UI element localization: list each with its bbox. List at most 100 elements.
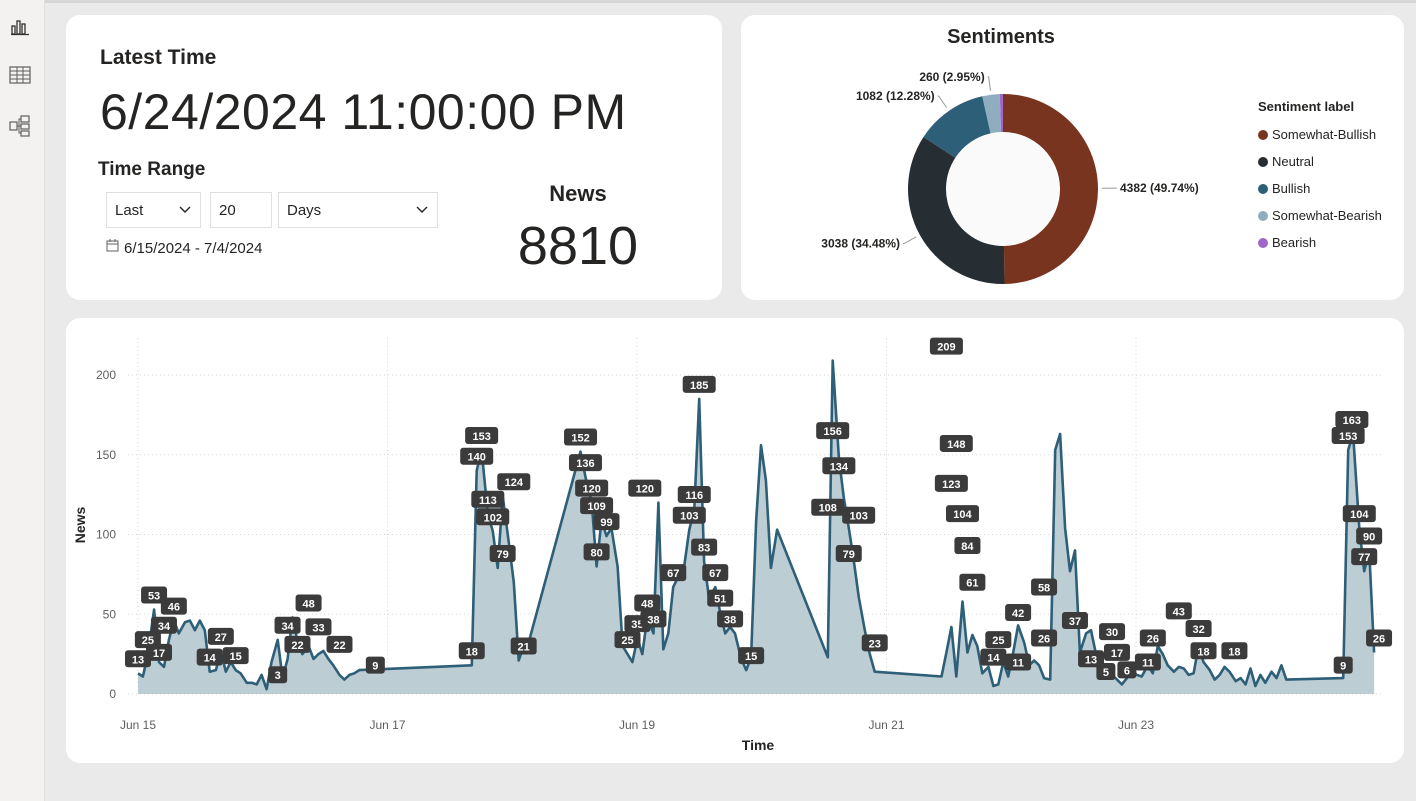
- data-label: 9: [372, 661, 378, 673]
- x-tick-label: Jun 23: [1118, 718, 1154, 732]
- chevron-down-icon: [415, 202, 429, 220]
- data-label: 123: [942, 479, 960, 491]
- news-timeline-card: 0 50 100 150 200 Jun 15 Jun 17 Jun 19 Jun 21 Jun …: [66, 318, 1404, 763]
- y-tick-label: 150: [96, 448, 116, 462]
- latest-time-label: Latest Time: [100, 46, 217, 69]
- chevron-down-icon: [178, 202, 192, 220]
- data-label: 153: [1339, 431, 1357, 443]
- data-label: 25: [621, 635, 633, 647]
- relative-dropdown[interactable]: Last: [106, 192, 201, 228]
- data-label: 22: [291, 640, 303, 652]
- data-label: 108: [819, 503, 837, 515]
- sentiments-card: Sentiments 4382 (49.74%) 3038 (34.48%) 108…: [741, 15, 1404, 300]
- data-label: 18: [466, 646, 478, 658]
- news-label: News: [549, 181, 607, 206]
- legend-label: Somewhat-Bullish: [1272, 127, 1377, 142]
- sentiment-legend: Sentiment label Somewhat-Bullish Neutral…: [1258, 99, 1382, 256]
- data-label: 209: [937, 342, 955, 354]
- data-label: 27: [215, 632, 227, 644]
- nav-rail: [0, 0, 45, 801]
- x-tick-label: Jun 15: [120, 718, 156, 732]
- x-tick-label: Jun 21: [868, 718, 904, 732]
- data-label: 26: [1147, 634, 1159, 646]
- data-label: 109: [587, 501, 605, 513]
- data-label: 116: [685, 490, 703, 502]
- data-label: 103: [849, 511, 867, 523]
- data-label: 32: [1192, 624, 1204, 636]
- data-label: 17: [153, 648, 165, 660]
- legend-label: Somewhat-Bearish: [1272, 208, 1382, 223]
- amount-input[interactable]: 20: [210, 192, 272, 228]
- legend-item[interactable]: Neutral: [1258, 148, 1382, 175]
- data-label: 61: [966, 578, 978, 590]
- legend-label: Bullish: [1272, 181, 1311, 196]
- legend-item[interactable]: Somewhat-Bullish: [1258, 121, 1382, 148]
- data-label: 30: [1106, 627, 1118, 639]
- data-label: 17: [1111, 648, 1123, 660]
- news-area-chart: 0 50 100 150 200 Jun 15 Jun 17 Jun 19 Jun 21 Jun …: [72, 337, 1393, 753]
- slice-data-label: 4382 (49.74%): [1120, 181, 1199, 195]
- legend-swatch: [1258, 156, 1268, 167]
- data-label: 77: [1358, 552, 1370, 564]
- date-range: 6/15/2024 - 7/4/2024: [106, 239, 262, 257]
- data-label: 37: [1069, 616, 1081, 628]
- data-label: 48: [641, 598, 653, 610]
- data-label: 46: [168, 602, 180, 614]
- data-label: 5: [1103, 667, 1109, 679]
- data-label: 113: [479, 495, 497, 507]
- data-label: 58: [1038, 582, 1050, 594]
- data-label: 152: [571, 433, 589, 445]
- unit-dropdown[interactable]: Days: [278, 192, 438, 228]
- data-label: 6: [1124, 665, 1130, 677]
- data-label: 134: [830, 461, 849, 473]
- amount-input-value: 20: [219, 201, 236, 219]
- slice-leader-line: [937, 95, 948, 108]
- data-label: 103: [680, 511, 698, 523]
- legend-item[interactable]: Bullish: [1258, 175, 1382, 202]
- data-label: 26: [1038, 634, 1050, 646]
- data-label: 33: [312, 622, 324, 634]
- data-label: 79: [843, 549, 855, 561]
- data-label: 9: [1340, 661, 1346, 673]
- news-value: 8810: [517, 216, 639, 276]
- data-label: 80: [590, 547, 602, 559]
- legend-item[interactable]: Somewhat-Bearish: [1258, 202, 1382, 229]
- data-label: 26: [1373, 634, 1385, 646]
- data-label: 185: [690, 380, 708, 392]
- bar-chart-icon[interactable]: [8, 14, 32, 38]
- data-label: 102: [484, 512, 502, 524]
- legend-swatch: [1258, 129, 1268, 140]
- data-label: 11: [1012, 657, 1024, 669]
- x-tick-label: Jun 17: [369, 718, 405, 732]
- data-label: 3: [275, 670, 281, 682]
- data-label: 99: [600, 517, 612, 529]
- slice-data-label: 1082 (12.28%): [856, 89, 935, 103]
- data-label: 14: [987, 653, 1000, 665]
- model-icon[interactable]: [8, 114, 32, 138]
- legend-swatch: [1258, 237, 1268, 248]
- latest-time-value: 6/24/2024 11:00:00 PM: [100, 84, 627, 140]
- y-tick-label: 0: [109, 687, 116, 701]
- data-label: 13: [132, 654, 144, 666]
- data-label: 38: [647, 614, 659, 626]
- latest-time-card: Latest Time 6/24/2024 11:00:00 PM Time R…: [66, 15, 722, 300]
- table-icon[interactable]: [8, 63, 32, 87]
- data-label: 104: [953, 509, 972, 521]
- data-label: 25: [992, 635, 1004, 647]
- slice-data-label: 260 (2.95%): [919, 70, 984, 84]
- data-label: 153: [472, 431, 490, 443]
- data-label: 42: [1012, 608, 1024, 620]
- data-label: 51: [714, 594, 726, 606]
- data-label: 67: [667, 568, 679, 580]
- data-label: 15: [230, 651, 242, 663]
- legend-item[interactable]: Bearish: [1258, 229, 1382, 256]
- data-label: 22: [333, 640, 345, 652]
- data-label: 48: [302, 598, 314, 610]
- data-label: 163: [1343, 415, 1361, 427]
- data-label: 15: [745, 651, 757, 663]
- data-label: 83: [698, 543, 710, 555]
- x-axis-title: Time: [742, 737, 775, 753]
- data-label: 120: [636, 484, 654, 496]
- data-label: 120: [582, 484, 600, 496]
- legend-title: Sentiment label: [1258, 99, 1355, 114]
